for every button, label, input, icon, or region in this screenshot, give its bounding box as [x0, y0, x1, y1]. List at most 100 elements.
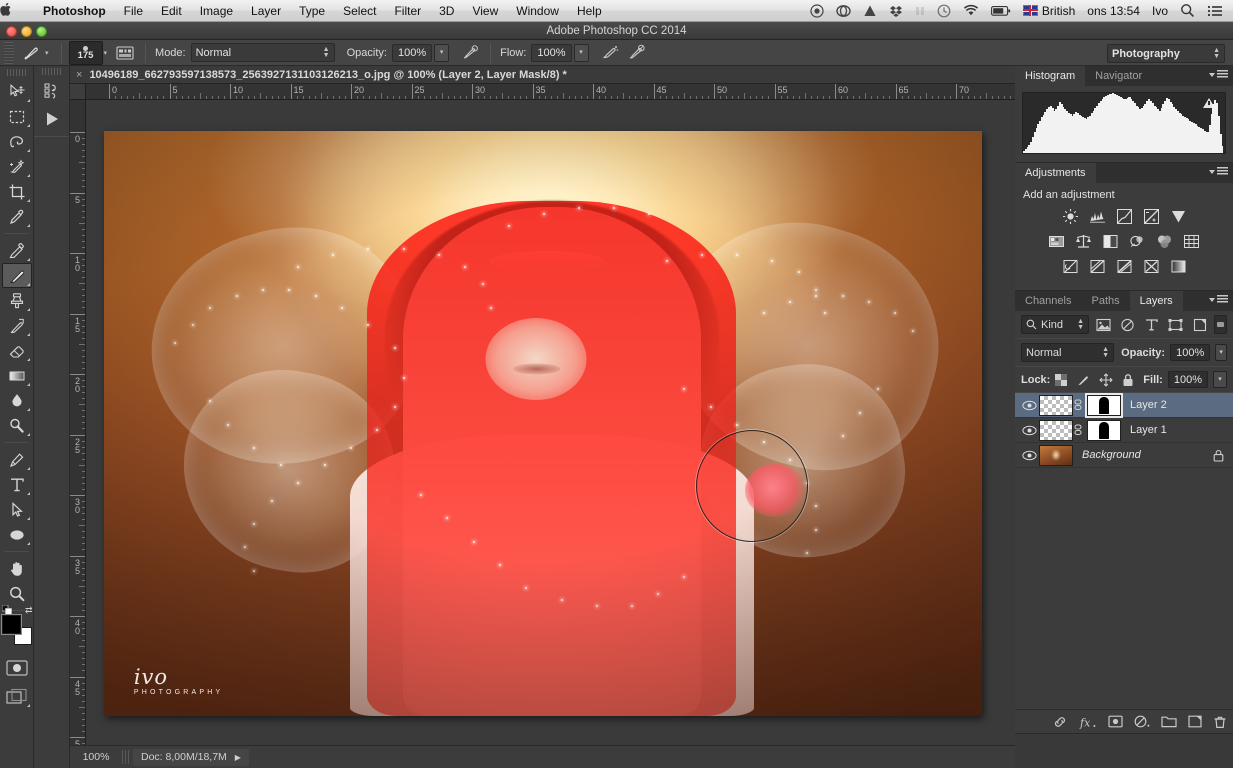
- crop-tool[interactable]: [2, 179, 32, 204]
- lock-image-icon[interactable]: [1076, 373, 1090, 387]
- notification-center-icon[interactable]: [1201, 4, 1229, 18]
- fill-slider-button[interactable]: ▾: [1213, 371, 1227, 388]
- blend-mode-select[interactable]: Normal ▲ ▼: [190, 43, 335, 62]
- brightness-contrast-icon[interactable]: [1060, 207, 1080, 226]
- search-icon[interactable]: [1174, 3, 1201, 18]
- history-brush-tool[interactable]: [2, 313, 32, 338]
- layer-thumbnail[interactable]: [1039, 419, 1073, 441]
- new-layer-icon[interactable]: [1188, 715, 1202, 728]
- brush-tool[interactable]: [1, 263, 32, 288]
- filter-adjustment-icon[interactable]: [1118, 315, 1137, 334]
- layer-thumbnail[interactable]: [1039, 444, 1073, 466]
- document-image[interactable]: ivo PHOTOGRAPHY: [104, 131, 982, 716]
- link-mask-icon[interactable]: [1073, 424, 1087, 436]
- gradient-tool[interactable]: [2, 363, 32, 388]
- table-row[interactable]: Layer 1: [1015, 418, 1233, 443]
- path-selection-tool[interactable]: [2, 497, 32, 522]
- lock-transparency-icon[interactable]: [1055, 373, 1068, 386]
- status-bar-grip[interactable]: [122, 750, 129, 764]
- layer-name[interactable]: Layer 2: [1130, 399, 1167, 411]
- brush-preset-chevron-icon[interactable]: ▾: [103, 49, 113, 57]
- table-row[interactable]: Background: [1015, 443, 1233, 468]
- layer-filter-kind-select[interactable]: Kind ▲ ▼: [1021, 315, 1089, 334]
- dropbox-icon[interactable]: [883, 4, 909, 18]
- menu-edit[interactable]: Edit: [152, 0, 191, 22]
- menu-window[interactable]: Window: [507, 0, 568, 22]
- link-layers-icon[interactable]: [1052, 715, 1068, 729]
- color-lookup-icon[interactable]: [1182, 232, 1202, 251]
- layer-opacity-slider-button[interactable]: ▾: [1215, 344, 1227, 361]
- delete-layer-icon[interactable]: [1213, 715, 1227, 729]
- move-tool[interactable]: [2, 79, 32, 104]
- table-row[interactable]: Layer 2: [1015, 393, 1233, 418]
- mini-dock-grip[interactable]: [41, 68, 62, 75]
- menu-3d[interactable]: 3D: [430, 0, 463, 22]
- menu-select[interactable]: Select: [334, 0, 385, 22]
- layer-name[interactable]: Layer 1: [1130, 424, 1167, 436]
- levels-icon[interactable]: [1087, 207, 1107, 226]
- menu-photoshop[interactable]: Photoshop: [34, 0, 115, 22]
- input-language-indicator[interactable]: British: [1017, 4, 1081, 18]
- new-group-icon[interactable]: [1161, 715, 1177, 728]
- histogram-graph[interactable]: [1022, 92, 1226, 154]
- photo-filter-icon[interactable]: [1128, 232, 1148, 251]
- channel-mixer-icon[interactable]: [1155, 232, 1175, 251]
- panel-menu-icon[interactable]: [1209, 167, 1228, 176]
- quick-selection-tool[interactable]: [2, 154, 32, 179]
- time-machine-icon[interactable]: [931, 4, 957, 18]
- layer-style-fx-icon[interactable]: fx: [1079, 715, 1097, 729]
- filter-enable-toggle[interactable]: [1214, 315, 1227, 334]
- spot-healing-brush-tool[interactable]: [2, 238, 32, 263]
- type-tool[interactable]: [2, 472, 32, 497]
- tab-histogram[interactable]: Histogram: [1015, 66, 1086, 86]
- tool-preset-chevron-icon[interactable]: ▾: [44, 49, 54, 57]
- opacity-pressure-icon[interactable]: [457, 42, 483, 64]
- opacity-slider-button[interactable]: ▾: [434, 43, 450, 62]
- close-window-button[interactable]: [6, 26, 17, 37]
- zoom-window-button[interactable]: [36, 26, 47, 37]
- hand-tool[interactable]: [2, 556, 32, 581]
- tab-adjustments[interactable]: Adjustments: [1015, 163, 1096, 183]
- swap-colors-icon[interactable]: ⇄: [25, 605, 33, 616]
- quick-mask-icon[interactable]: [2, 655, 32, 680]
- close-icon[interactable]: ×: [76, 69, 82, 81]
- airbrush-icon[interactable]: [597, 42, 623, 64]
- color-balance-icon[interactable]: [1074, 232, 1094, 251]
- ruler-corner[interactable]: [70, 84, 86, 100]
- document-size-info[interactable]: Doc: 8,00M/18,7M ▶: [133, 748, 249, 766]
- menu-view[interactable]: View: [463, 0, 507, 22]
- opacity-value[interactable]: 100%: [391, 43, 433, 62]
- battery-icon[interactable]: [985, 5, 1017, 17]
- dodge-tool[interactable]: [2, 413, 32, 438]
- blur-tool[interactable]: [2, 388, 32, 413]
- menu-layer[interactable]: Layer: [242, 0, 290, 22]
- minimize-window-button[interactable]: [21, 26, 32, 37]
- lock-all-icon[interactable]: [1122, 373, 1134, 387]
- layer-mask-thumbnail[interactable]: [1087, 394, 1121, 416]
- eraser-tool[interactable]: [2, 338, 32, 363]
- exposure-icon[interactable]: [1141, 207, 1161, 226]
- menu-bar-user[interactable]: Ivo: [1146, 4, 1174, 18]
- tab-navigator[interactable]: Navigator: [1085, 66, 1152, 86]
- add-layer-mask-icon[interactable]: [1108, 715, 1123, 728]
- tablet-pressure-icon[interactable]: [623, 42, 649, 64]
- actions-panel-icon[interactable]: [38, 106, 66, 132]
- tab-layers[interactable]: Layers: [1129, 291, 1183, 311]
- vertical-ruler[interactable]: 051 01 52 02 53 03 54 04 55: [70, 100, 86, 745]
- panel-menu-icon[interactable]: [1209, 295, 1228, 304]
- filter-smart-object-icon[interactable]: [1190, 315, 1209, 334]
- threshold-icon[interactable]: [1114, 257, 1134, 276]
- menu-bar-clock[interactable]: ons 13:54: [1081, 4, 1146, 18]
- layer-opacity-value[interactable]: 100%: [1170, 344, 1211, 361]
- new-fill-adjustment-icon[interactable]: [1134, 715, 1150, 728]
- status-menu-arrow-icon[interactable]: ▶: [235, 753, 241, 762]
- layer-thumbnail[interactable]: [1039, 394, 1073, 416]
- tab-channels[interactable]: Channels: [1015, 291, 1081, 311]
- filter-pixel-icon[interactable]: [1094, 315, 1113, 334]
- curves-icon[interactable]: [1114, 207, 1134, 226]
- menu-help[interactable]: Help: [568, 0, 611, 22]
- wifi-icon[interactable]: [957, 4, 985, 17]
- eyedropper-tool[interactable]: [2, 204, 32, 229]
- document-tab[interactable]: × 10496189_662793597138573_2563927131103…: [70, 66, 1015, 84]
- history-panel-icon[interactable]: [38, 78, 66, 104]
